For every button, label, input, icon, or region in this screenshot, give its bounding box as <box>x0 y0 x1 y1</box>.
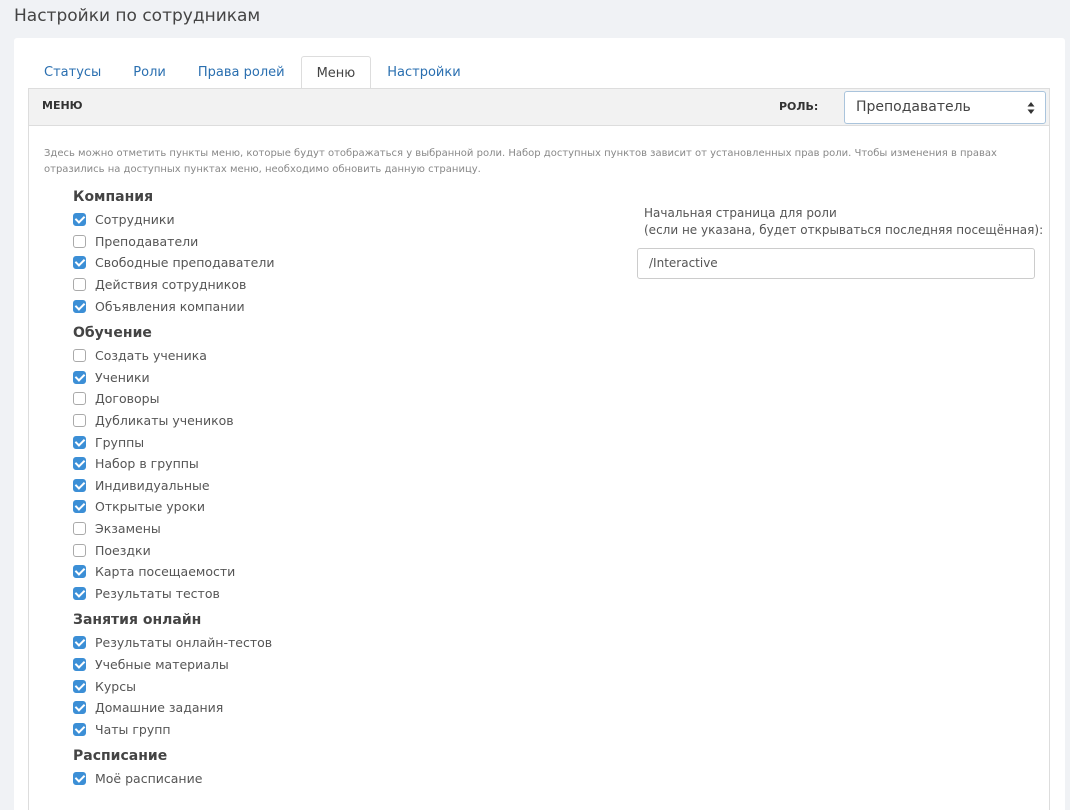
checkbox-checked[interactable] <box>73 457 86 471</box>
menu-item-label: Дубликаты учеников <box>95 413 234 429</box>
menu-item[interactable]: Моё расписание <box>73 768 473 790</box>
menu-group-title: Обучение <box>73 324 152 341</box>
menu-item-label: Сотрудники <box>95 212 175 228</box>
start-page-label: Начальная страница для роли (если не ука… <box>644 205 1043 239</box>
checkbox-unchecked[interactable] <box>73 522 86 536</box>
checkbox-checked[interactable] <box>73 636 86 650</box>
page-title: Настройки по сотрудникам <box>14 6 261 26</box>
start-page-label-line2: (если не указана, будет открываться посл… <box>644 223 1044 237</box>
menu-item[interactable]: Экзамены <box>73 518 473 540</box>
menu-item-label: Открытые уроки <box>95 499 205 515</box>
checkbox-checked[interactable] <box>73 679 86 693</box>
checkbox-checked[interactable] <box>73 435 86 449</box>
menu-item-label: Моё расписание <box>95 771 203 787</box>
menu-group-title: Занятия онлайн <box>73 612 202 629</box>
menu-item-label: Свободные преподаватели <box>95 255 275 271</box>
menu-item-label: Создать ученика <box>95 348 207 364</box>
menu-item-label: Поездки <box>95 542 151 558</box>
menu-item-label: Индивидуальные <box>95 477 210 493</box>
menu-item[interactable]: Чаты групп <box>73 718 473 740</box>
checkbox-checked[interactable] <box>73 586 86 600</box>
start-page-input[interactable]: /Interactive <box>637 248 1035 279</box>
menu-item[interactable]: Открытые уроки <box>73 496 473 518</box>
checkbox-unchecked[interactable] <box>73 349 86 363</box>
menu-item[interactable]: Дубликаты учеников <box>73 410 473 432</box>
menu-item[interactable]: Свободные преподаватели <box>73 252 473 274</box>
checkbox-unchecked[interactable] <box>73 234 86 248</box>
menu-item[interactable]: Группы <box>73 431 473 453</box>
menu-item-label: Договоры <box>95 391 160 407</box>
select-arrows-icon <box>1027 102 1035 114</box>
menu-item[interactable]: Сотрудники <box>73 209 473 231</box>
checkbox-checked[interactable] <box>73 299 86 313</box>
menu-heading: МЕНЮ <box>42 99 83 112</box>
tab-menu[interactable]: Меню <box>300 56 372 90</box>
menu-groups: Компания Сотрудники Преподаватели Свободные… <box>73 187 473 790</box>
checkbox-unchecked[interactable] <box>73 278 86 292</box>
tab-roles[interactable]: Роли <box>117 55 182 89</box>
checkbox-unchecked[interactable] <box>73 392 86 406</box>
start-page-label-line1: Начальная страница для роли <box>644 206 837 220</box>
checkbox-checked[interactable] <box>73 772 86 786</box>
menu-item-label: Действия сотрудников <box>95 277 247 293</box>
menu-group-title: Компания <box>73 189 154 205</box>
menu-item-label: Результаты тестов <box>95 585 220 601</box>
menu-item[interactable]: Действия сотрудников <box>73 274 473 296</box>
menu-item[interactable]: Результаты онлайн-тестов <box>73 632 473 654</box>
menu-item-label: Набор в группы <box>95 456 199 472</box>
menu-item-label: Экзамены <box>95 521 161 537</box>
menu-item[interactable]: Домашние задания <box>73 697 473 719</box>
menu-item-label: Преподаватели <box>95 233 199 249</box>
menu-item-label: Объявления компании <box>95 298 245 314</box>
menu-item[interactable]: Учебные материалы <box>73 654 473 676</box>
menu-item-label: Карта посещаемости <box>95 564 236 580</box>
menu-hint-text: Здесь можно отметить пункты меню, которы… <box>44 148 997 175</box>
checkbox-checked[interactable] <box>73 256 86 270</box>
menu-item[interactable]: Курсы <box>73 675 473 697</box>
checkbox-checked[interactable] <box>73 565 86 579</box>
checkbox-checked[interactable] <box>73 500 86 514</box>
menu-item[interactable]: Ученики <box>73 367 473 389</box>
menu-group-title: Расписание <box>73 748 168 765</box>
menu-item-label: Группы <box>95 434 145 450</box>
menu-item[interactable]: Индивидуальные <box>73 475 473 497</box>
panel-header: МЕНЮ РОЛЬ: Преподаватель <box>29 89 1049 126</box>
role-label: РОЛЬ: <box>779 100 819 113</box>
checkbox-checked[interactable] <box>73 478 86 492</box>
tab-statuses[interactable]: Статусы <box>28 55 117 89</box>
menu-item[interactable]: Набор в группы <box>73 453 473 475</box>
checkbox-unchecked[interactable] <box>73 414 86 428</box>
role-select-value: Преподаватель <box>856 99 971 115</box>
role-select[interactable]: Преподаватель <box>844 91 1046 124</box>
menu-item-label: Курсы <box>95 678 136 694</box>
menu-item[interactable]: Результаты тестов <box>73 583 473 605</box>
menu-item-label: Учебные материалы <box>95 656 229 672</box>
menu-item-label: Домашние задания <box>95 700 224 716</box>
menu-panel: МЕНЮ РОЛЬ: Преподаватель Здесь можно отм… <box>28 88 1050 810</box>
checkbox-checked[interactable] <box>73 722 86 736</box>
menu-item-label: Чаты групп <box>95 721 171 737</box>
checkbox-checked[interactable] <box>73 701 86 715</box>
tab-settings[interactable]: Настройки <box>371 55 476 89</box>
menu-item[interactable]: Карта посещаемости <box>73 561 473 583</box>
menu-item[interactable]: Договоры <box>73 388 473 410</box>
checkbox-checked[interactable] <box>73 370 86 384</box>
menu-item[interactable]: Объявления компании <box>73 295 473 317</box>
menu-item-label: Ученики <box>95 369 150 385</box>
menu-item[interactable]: Создать ученика <box>73 345 473 367</box>
checkbox-checked[interactable] <box>73 213 86 227</box>
menu-item-label: Результаты онлайн-тестов <box>95 635 273 651</box>
menu-item[interactable]: Поездки <box>73 539 473 561</box>
settings-card: Статусы Роли Права ролей Меню Настройки … <box>14 38 1065 810</box>
checkbox-checked[interactable] <box>73 657 86 671</box>
checkbox-unchecked[interactable] <box>73 543 86 557</box>
menu-item[interactable]: Преподаватели <box>73 231 473 253</box>
tab-role-rights[interactable]: Права ролей <box>182 55 301 89</box>
tab-bar: Статусы Роли Права ролей Меню Настройки <box>28 55 477 90</box>
